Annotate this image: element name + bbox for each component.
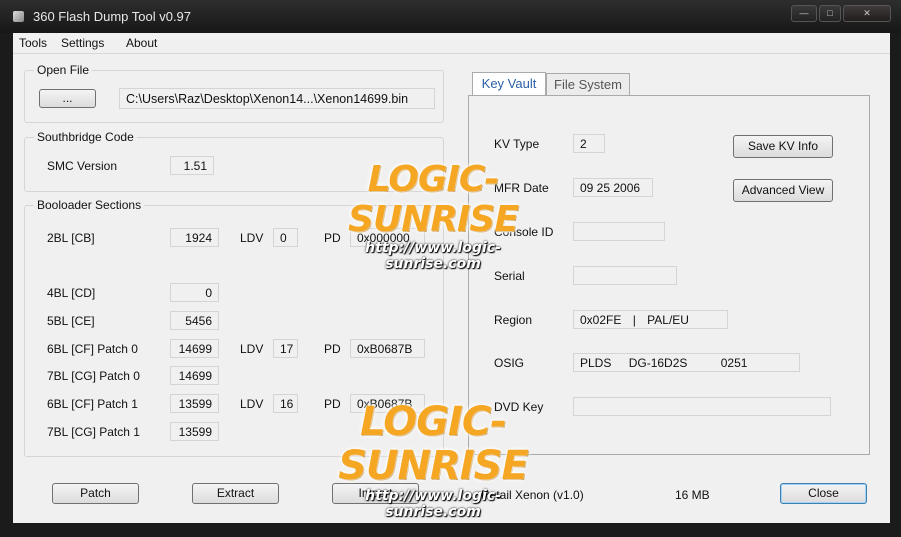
menu-about[interactable]: About [126, 36, 157, 50]
window-title: 360 Flash Dump Tool v0.97 [33, 9, 192, 24]
mfr-date-field: 09 25 2006 [573, 178, 653, 197]
ce-label: 5BL [CE] [47, 314, 95, 328]
osig-firmware: 0251 [720, 356, 748, 370]
region-field: 0x02FE | PAL/EU [573, 310, 728, 329]
browse-button[interactable]: ... [39, 89, 96, 108]
extract-button[interactable]: Extract [192, 483, 279, 504]
region-separator: | [632, 313, 636, 327]
open-file-label: Open File [34, 63, 93, 77]
console-type-status: Retail Xenon (v1.0) [481, 488, 584, 502]
cg0-label: 7BL [CG] Patch 0 [47, 369, 140, 383]
patch-button[interactable]: Patch [52, 483, 139, 504]
serial-field [573, 266, 677, 285]
mfr-date-label: MFR Date [494, 181, 549, 195]
cg1-field: 13599 [170, 422, 219, 441]
osig-model: DG-16D2S [628, 356, 688, 370]
menu-settings[interactable]: Settings [61, 36, 104, 50]
bootloader-label: Booloader Sections [34, 198, 145, 212]
cf1-ldv-field: 16 [273, 394, 298, 413]
southbridge-label: Southbridge Code [34, 130, 137, 144]
cb-pd-field: 0x000000 [350, 228, 425, 247]
cf1-ldv-label: LDV [240, 397, 264, 411]
region-name: PAL/EU [647, 313, 689, 327]
cb-label: 2BL [CB] [47, 231, 95, 245]
dvd-key-label: DVD Key [494, 400, 544, 414]
tab-key-vault[interactable]: Key Vault [472, 72, 546, 96]
osig-label: OSIG [494, 356, 525, 370]
cf0-ldv-label: LDV [240, 342, 264, 356]
smc-version-field: 1.51 [170, 156, 214, 175]
console-id-field [573, 222, 665, 241]
open-file-group: Open File ... C:\Users\Raz\Desktop\Xenon… [24, 63, 444, 123]
console-id-label: Console ID [494, 225, 554, 239]
kv-type-label: KV Type [494, 137, 540, 151]
cb-ldv-label: LDV [240, 231, 264, 245]
cf0-field: 14699 [170, 339, 219, 358]
cf0-pd-label: PD [324, 342, 341, 356]
main-client-area: Open File ... C:\Users\Raz\Desktop\Xenon… [13, 54, 890, 523]
cf1-label: 6BL [CF] Patch 1 [47, 397, 138, 411]
save-kv-info-button[interactable]: Save KV Info [733, 135, 833, 158]
cd-field: 0 [170, 283, 219, 302]
key-vault-panel: KV Type 2 MFR Date 09 25 2006 Console ID… [468, 95, 870, 455]
app-icon [13, 11, 24, 22]
menu-tools[interactable]: Tools [19, 36, 47, 50]
region-code: 0x02FE [580, 313, 622, 327]
cf1-field: 13599 [170, 394, 219, 413]
maximize-icon[interactable]: □ [819, 5, 841, 22]
cb-ldv-field: 0 [273, 228, 298, 247]
bootloader-group: Booloader Sections 2BL [CB] 1924 LDV 0 P… [24, 198, 444, 457]
cb-pd-label: PD [324, 231, 341, 245]
import-button[interactable]: Import [332, 483, 419, 504]
osig-vendor: PLDS [580, 356, 612, 370]
file-path-field[interactable]: C:\Users\Raz\Desktop\Xenon14...\Xenon146… [119, 88, 435, 109]
tab-file-system[interactable]: File System [546, 73, 630, 96]
cf0-ldv-field: 17 [273, 339, 298, 358]
cf0-label: 6BL [CF] Patch 0 [47, 342, 138, 356]
southbridge-group: Southbridge Code SMC Version 1.51 [24, 130, 444, 192]
close-button[interactable]: Close [780, 483, 867, 504]
cg0-field: 14699 [170, 366, 219, 385]
cg1-label: 7BL [CG] Patch 1 [47, 425, 140, 439]
osig-field: PLDS DG-16D2S 0251 [573, 353, 800, 372]
smc-version-label: SMC Version [47, 159, 118, 173]
ce-field: 5456 [170, 311, 219, 330]
advanced-view-button[interactable]: Advanced View [733, 179, 833, 202]
flash-size-status: 16 MB [675, 488, 710, 502]
minimize-icon[interactable]: — [791, 5, 817, 22]
title-bar: 360 Flash Dump Tool v0.97 — □ ✕ [0, 0, 901, 33]
cb-field: 1924 [170, 228, 219, 247]
cf0-pd-field: 0xB0687B [350, 339, 425, 358]
cd-label: 4BL [CD] [47, 286, 96, 300]
menu-bar: Tools Settings About [13, 33, 890, 54]
kv-type-field: 2 [573, 134, 605, 153]
close-icon[interactable]: ✕ [843, 5, 891, 22]
region-label: Region [494, 313, 533, 327]
cf1-pd-label: PD [324, 397, 341, 411]
serial-label: Serial [494, 269, 525, 283]
cf1-pd-field: 0xB0687B [350, 394, 425, 413]
dvd-key-field [573, 397, 831, 416]
